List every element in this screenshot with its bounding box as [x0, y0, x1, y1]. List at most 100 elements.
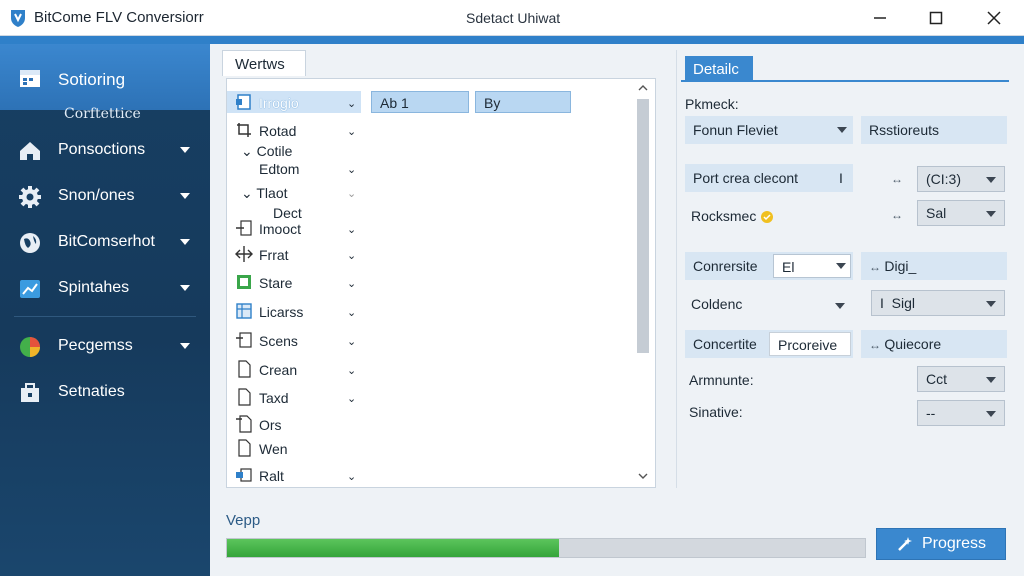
restrictions-field[interactable]: Rsstioreuts	[861, 116, 1007, 144]
scroll-down-icon	[638, 473, 648, 479]
chevron-down-icon	[180, 193, 190, 199]
sinative-label: Sinative:	[689, 404, 743, 420]
chevron-down-icon	[180, 285, 190, 291]
tree-row[interactable]: ⌄ Tlaot ⌄	[227, 181, 361, 203]
tree-row[interactable]: Taxd ⌄	[227, 386, 361, 408]
tree-row-label: Crean	[259, 362, 298, 378]
window-subtitle: Sdetact Uhiwat	[466, 10, 561, 26]
tree-row[interactable]: Licarss ⌄	[227, 300, 361, 322]
tree-row[interactable]: Rotad ⌄	[227, 119, 361, 141]
tree-row[interactable]: Ralt ⌄	[227, 464, 361, 486]
tree-row-label: Ralt	[259, 468, 284, 484]
tree-row-label: Taxd	[259, 390, 289, 406]
field-label: Concertite	[693, 336, 757, 352]
chevron-down-icon: ⌄	[347, 126, 357, 138]
rocksmec-label: Rocksmec	[691, 208, 774, 224]
quiecore-field[interactable]: ↔ Quiecore	[861, 330, 1007, 358]
details-tab-underline	[681, 80, 1009, 82]
sidebar-item-label: Pecgemss	[58, 337, 133, 354]
chevron-down-icon[interactable]	[835, 303, 845, 309]
port-select[interactable]: (CI:3)	[917, 166, 1005, 192]
sidebar-item-ponsoctions[interactable]: Ponsoctions	[0, 130, 210, 170]
tree-row[interactable]: Stare ⌄	[227, 271, 361, 293]
sidebar-item-snonones[interactable]: Snon/ones	[0, 176, 210, 216]
rocksmec-select[interactable]: Sal	[917, 200, 1005, 226]
chevron-down-icon	[986, 411, 996, 417]
main-area: Wertws Ab 1 By Irrogio ⌄ Rotad ⌄ ⌄ Cotil…	[210, 44, 1024, 576]
tree-row[interactable]: Edtom ⌄	[227, 157, 361, 179]
chevron-down-icon	[986, 377, 996, 383]
file-icon	[238, 388, 251, 406]
scroll-thumb[interactable]	[637, 99, 649, 353]
column-header-by[interactable]: By	[475, 91, 571, 113]
chevron-down-icon: ⌄	[347, 365, 357, 377]
tree-panel: Ab 1 By Irrogio ⌄ Rotad ⌄ ⌄ Cotile Edtom…	[226, 78, 656, 488]
tree-row[interactable]: Ors	[227, 413, 361, 435]
sidebar-item-spintahes[interactable]: Spintahes	[0, 268, 210, 308]
grid-icon	[236, 303, 252, 319]
crop-icon	[237, 123, 251, 137]
minimize-icon	[874, 17, 886, 19]
select-value: (CI:3)	[926, 171, 961, 187]
sidebar-item-active[interactable]: Sotioring	[0, 44, 210, 110]
chevron-down-icon	[986, 211, 996, 217]
tree-row[interactable]: Crean ⌄	[227, 358, 361, 380]
sidebar-item-pecgemss[interactable]: Pecgemss	[0, 326, 210, 366]
chevron-down-icon: ⌄	[347, 393, 357, 405]
chevron-down-icon: ⌄	[347, 336, 357, 348]
image-icon	[237, 275, 251, 289]
scene-icon	[236, 332, 252, 348]
chevron-down-icon: ⌄	[347, 278, 357, 290]
maximize-icon	[929, 11, 943, 25]
progress-button[interactable]: Progress	[876, 528, 1006, 560]
tree-row-label: Imooct	[259, 221, 302, 237]
digital-field[interactable]: ↔ Digi_	[861, 252, 1007, 280]
tree-row-label: Edtom	[259, 161, 300, 177]
conversion-input[interactable]: El	[773, 254, 851, 278]
sidebar-item-bitcomserhot[interactable]: BitComserhot	[0, 222, 210, 262]
armnunte-select[interactable]: Cct	[917, 366, 1005, 392]
select-value: --	[926, 405, 936, 421]
minimize-button[interactable]	[852, 0, 908, 36]
chevron-down-icon	[986, 177, 996, 183]
close-button[interactable]	[966, 0, 1022, 36]
chevron-down-icon: ⌄	[347, 164, 357, 176]
tree-row-label: Wen	[259, 441, 288, 457]
tree-row[interactable]: Irrogio ⌄	[227, 91, 361, 113]
concertite-input[interactable]: Prcoreive	[769, 332, 851, 356]
accent-strip	[0, 36, 1024, 44]
chevron-down-icon	[837, 127, 847, 133]
label-text: Rocksmec	[691, 208, 757, 224]
maximize-button[interactable]	[908, 0, 964, 36]
sidebar-item-label: BitComserhot	[58, 233, 155, 250]
tree-row[interactable]: Wen	[227, 437, 361, 459]
coldenc-select[interactable]: I Sigl	[871, 290, 1005, 316]
tree-row-label: Scens	[259, 333, 298, 349]
arrows-icon: ↔	[891, 172, 903, 186]
rate-icon	[236, 468, 252, 482]
tree-row-label: Irrogio	[259, 95, 299, 111]
tree-scrollbar[interactable]	[633, 81, 653, 485]
sidebar-item-label: Ponsoctions	[58, 141, 146, 158]
forum-field-select[interactable]: Fonun Fleviet	[685, 116, 853, 144]
field-value: Digi_	[884, 258, 917, 274]
chevron-down-icon: ⌄	[347, 471, 357, 483]
column-header-ab1[interactable]: Ab 1	[371, 91, 469, 113]
port-field[interactable]: Port crea clecont I	[685, 164, 853, 192]
tree-row[interactable]: Frrat ⌄	[227, 243, 361, 265]
chevron-down-icon	[836, 263, 846, 269]
tree-row[interactable]: Scens ⌄	[227, 329, 361, 351]
chevron-down-icon	[180, 239, 190, 245]
sinative-select[interactable]: --	[917, 400, 1005, 426]
tab-details[interactable]: Detailc	[685, 56, 753, 82]
select-value: Cct	[926, 371, 947, 387]
tree-row-label: ⌄ Tlaot	[241, 185, 288, 202]
progress-fill	[227, 539, 559, 557]
title-bar: BitCome FLV Conversiorr Sdetact Uhiwat	[0, 0, 1024, 36]
tree-row[interactable]: Imooct ⌄	[227, 217, 361, 239]
move-icon	[235, 246, 253, 262]
tab-wertws[interactable]: Wertws	[222, 50, 306, 76]
chevron-down-icon	[986, 301, 996, 307]
sidebar-item-setnaties[interactable]: Setnaties	[0, 372, 210, 412]
chevron-down-icon	[180, 343, 190, 349]
